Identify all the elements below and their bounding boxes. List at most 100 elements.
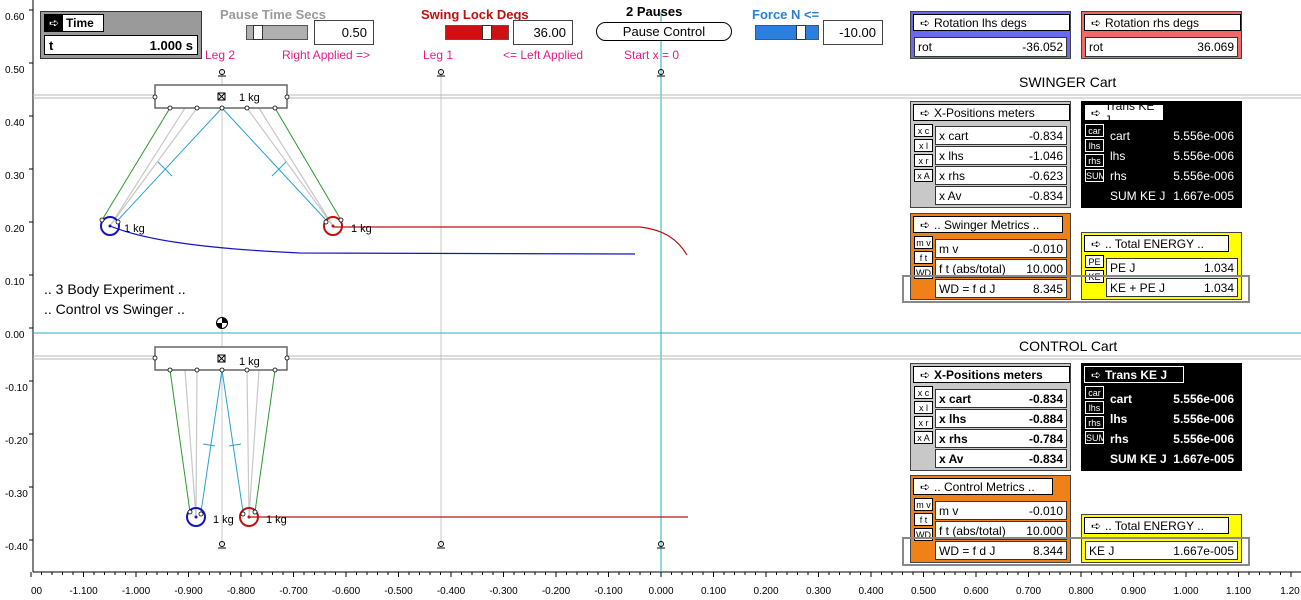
swinger-ke-header[interactable]: ➪ Trans KE J — [1084, 99, 1164, 127]
y-tick-label: -0.20 — [5, 436, 28, 447]
side-button-xa[interactable]: x A — [914, 169, 933, 182]
side-button-xc[interactable]: x c — [914, 386, 933, 399]
swinger-ke-row: cart 5.556e-006 — [1106, 126, 1238, 145]
swinger-bob-left-mass: 1 kg — [124, 223, 145, 235]
x-tick-label: 0.300 — [806, 586, 831, 597]
side-button-xr[interactable]: x r — [914, 154, 933, 167]
control-energy-header[interactable]: ➪ .. Total ENERGY .. — [1084, 517, 1229, 534]
side-button-rhs[interactable]: rhs — [1085, 416, 1104, 429]
swing-lock-slider[interactable] — [445, 25, 509, 40]
control-xpos-header[interactable]: ➪ X-Positions meters — [913, 366, 1070, 383]
swinger-xpos-row: x lhs -1.046 — [935, 146, 1067, 165]
control-ke-header[interactable]: ➪ Trans KE J — [1084, 366, 1184, 383]
swinger-xpos-header[interactable]: ➪ X-Positions meters — [913, 104, 1070, 121]
row-value: 1.667e-005 — [1173, 188, 1234, 203]
side-button-lhs[interactable]: lhs — [1085, 401, 1104, 414]
rotation-lhs-value: -36.052 — [1022, 40, 1063, 54]
arrow-right-icon: ➪ — [919, 479, 931, 494]
row-value: 5.556e-006 — [1173, 168, 1234, 183]
row-value: 10.000 — [1026, 261, 1063, 276]
row-label: x lhs — [939, 411, 967, 426]
control-energy-title: .. Total ENERGY .. — [1105, 518, 1204, 533]
control-ke-row: rhs 5.556e-006 — [1106, 429, 1238, 448]
pause-time-slider[interactable] — [246, 25, 308, 40]
row-value: -0.010 — [1028, 503, 1063, 518]
arrow-right-icon: ➪ — [919, 217, 931, 232]
x-tick-label: 0.800 — [1068, 586, 1093, 597]
y-tick-label: 0.50 — [5, 65, 25, 76]
x-tick-label: 0.900 — [1121, 586, 1146, 597]
control-cart-title: CONTROL Cart — [1019, 338, 1118, 354]
side-button-sum[interactable]: SUM — [1085, 169, 1104, 182]
swing-lock-field[interactable]: 36.00 — [513, 20, 573, 45]
force-slider-thumb[interactable] — [796, 25, 806, 40]
swinger-ke-row: lhs 5.556e-006 — [1106, 146, 1238, 165]
x-tick-label: -0.100 — [594, 586, 623, 597]
control-xpos-row: x cart -0.834 — [935, 389, 1067, 408]
control-ke-title: Trans KE J — [1105, 367, 1168, 382]
control-ke-row: SUM KE J 1.667e-005 — [1106, 449, 1238, 468]
side-button-lhs[interactable]: lhs — [1085, 139, 1104, 152]
swinger-ke-panel: ➪ Trans KE J car lhs rhs SUM cart 5.556e-… — [1081, 99, 1242, 208]
x-tick-label: -0.800 — [227, 586, 256, 597]
y-tick-label: 0.30 — [5, 171, 25, 182]
side-button-mv[interactable]: m v — [914, 498, 933, 511]
x-tick-label: -0.400 — [437, 586, 466, 597]
side-button-xc[interactable]: x c — [914, 124, 933, 137]
swinger-metrics-header[interactable]: ➪ .. Swinger Metrics .. — [913, 216, 1063, 233]
swinger-xpos-row: x Av -0.834 — [935, 186, 1067, 205]
time-label: t — [49, 37, 54, 53]
start-label: Start x = 0 — [624, 48, 680, 62]
pause-time-field[interactable]: 0.50 — [314, 20, 374, 45]
pause-control-button[interactable]: Pause Control — [596, 22, 732, 41]
time-header[interactable]: ➪ Time — [44, 14, 104, 32]
control-xpos-row: x Av -0.834 — [935, 449, 1067, 468]
rotation-rhs-value: 36.069 — [1197, 40, 1234, 54]
arrow-right-icon: ➪ — [1090, 518, 1102, 533]
swinger-energy-header[interactable]: ➪ .. Total ENERGY .. — [1084, 235, 1229, 252]
row-label: cart — [1110, 128, 1131, 143]
force-slider[interactable] — [755, 25, 819, 40]
x-axis-ticks: 00 -1.100 -1.000 -0.900 -0.800 -0.700 -0.600 -0… — [30, 572, 1300, 597]
center-of-mass-icon — [216, 317, 228, 329]
row-label: rhs — [1110, 431, 1129, 446]
side-button-xl[interactable]: x l — [914, 139, 933, 152]
side-button-ft[interactable]: f t — [914, 251, 933, 264]
row-value: -0.623 — [1028, 168, 1063, 183]
side-button-rhs[interactable]: rhs — [1085, 154, 1104, 167]
row-value: -0.834 — [1028, 391, 1063, 406]
side-button-car[interactable]: car — [1085, 124, 1104, 137]
row-label: f t (abs/total) — [939, 523, 1006, 538]
x-tick-label: 0.000 — [648, 586, 673, 597]
swinger-cart-mass: 1 kg — [239, 92, 260, 104]
side-button-pe[interactable]: PE — [1085, 255, 1104, 268]
side-button-sum[interactable]: SUM — [1085, 431, 1104, 444]
x-tick-label: 0.200 — [753, 586, 778, 597]
force-field[interactable]: -10.00 — [823, 20, 883, 45]
row-label: x cart — [939, 391, 972, 406]
y-tick-label: -0.10 — [5, 383, 28, 394]
swinger-cart-title: SWINGER Cart — [1019, 74, 1117, 90]
side-button-xa[interactable]: x A — [914, 431, 933, 444]
pause-time-slider-thumb[interactable] — [253, 25, 263, 40]
x-tick-label: -1.000 — [122, 586, 151, 597]
side-button-car[interactable]: car — [1085, 386, 1104, 399]
swing-lock-slider-thumb[interactable] — [482, 25, 492, 40]
arrow-right-icon: ➪ — [919, 367, 931, 382]
side-button-xr[interactable]: x r — [914, 416, 933, 429]
swinger-energy-title: .. Total ENERGY .. — [1105, 236, 1204, 251]
x-tick-label: 0.400 — [858, 586, 883, 597]
control-highlight-frame — [902, 537, 1250, 566]
side-button-mv[interactable]: m v — [914, 236, 933, 249]
side-button-xl[interactable]: x l — [914, 401, 933, 414]
rotation-rhs-header[interactable]: ➪ Rotation rhs degs — [1084, 14, 1241, 31]
control-metrics-title: .. Control Metrics .. — [934, 479, 1035, 494]
rotation-lhs-title: Rotation lhs degs — [934, 15, 1027, 30]
arrow-right-icon: ➪ — [919, 15, 931, 30]
row-value: 5.556e-006 — [1173, 391, 1234, 406]
swinger-xpos-panel: ➪ X-Positions meters x c x l x r x A x c… — [910, 101, 1071, 208]
rotation-lhs-header[interactable]: ➪ Rotation lhs degs — [913, 14, 1070, 31]
side-button-ft[interactable]: f t — [914, 513, 933, 526]
x-tick-label: -0.200 — [542, 586, 571, 597]
control-metrics-header[interactable]: ➪ .. Control Metrics .. — [913, 478, 1053, 495]
